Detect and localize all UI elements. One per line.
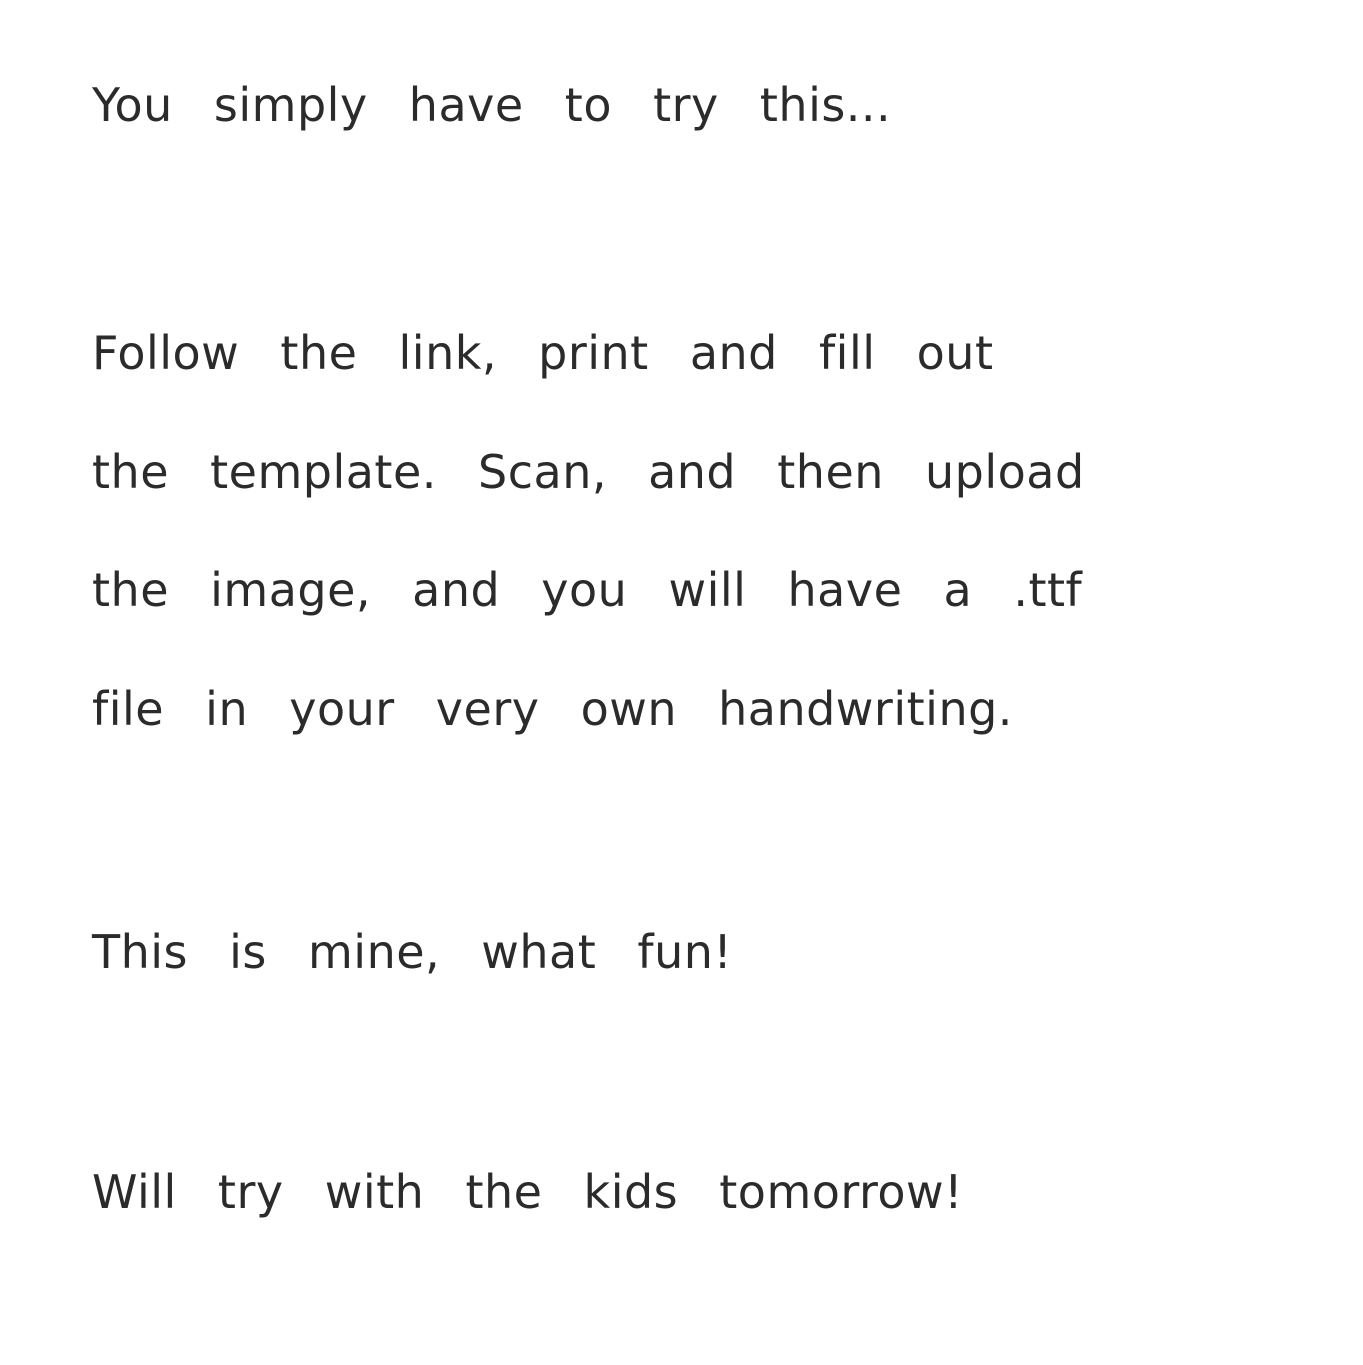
note-line-instructions-1: Follow the link, print and fill out (92, 326, 994, 380)
note-line-instructions-4: file in your very own handwriting. (92, 682, 1013, 736)
note-line-instructions-3: the image, and you will have a .ttf (92, 563, 1083, 617)
note-line-intro: You simply have to try this... (92, 78, 892, 132)
note-line-kids: Will try with the kids tomorrow! (92, 1165, 964, 1219)
note-line-instructions-2: the template. Scan, and then upload (92, 445, 1085, 499)
handwritten-note-page: You simply have to try this... Follow th… (0, 0, 1363, 1365)
note-line-mine: This is mine, what fun! (92, 925, 733, 979)
